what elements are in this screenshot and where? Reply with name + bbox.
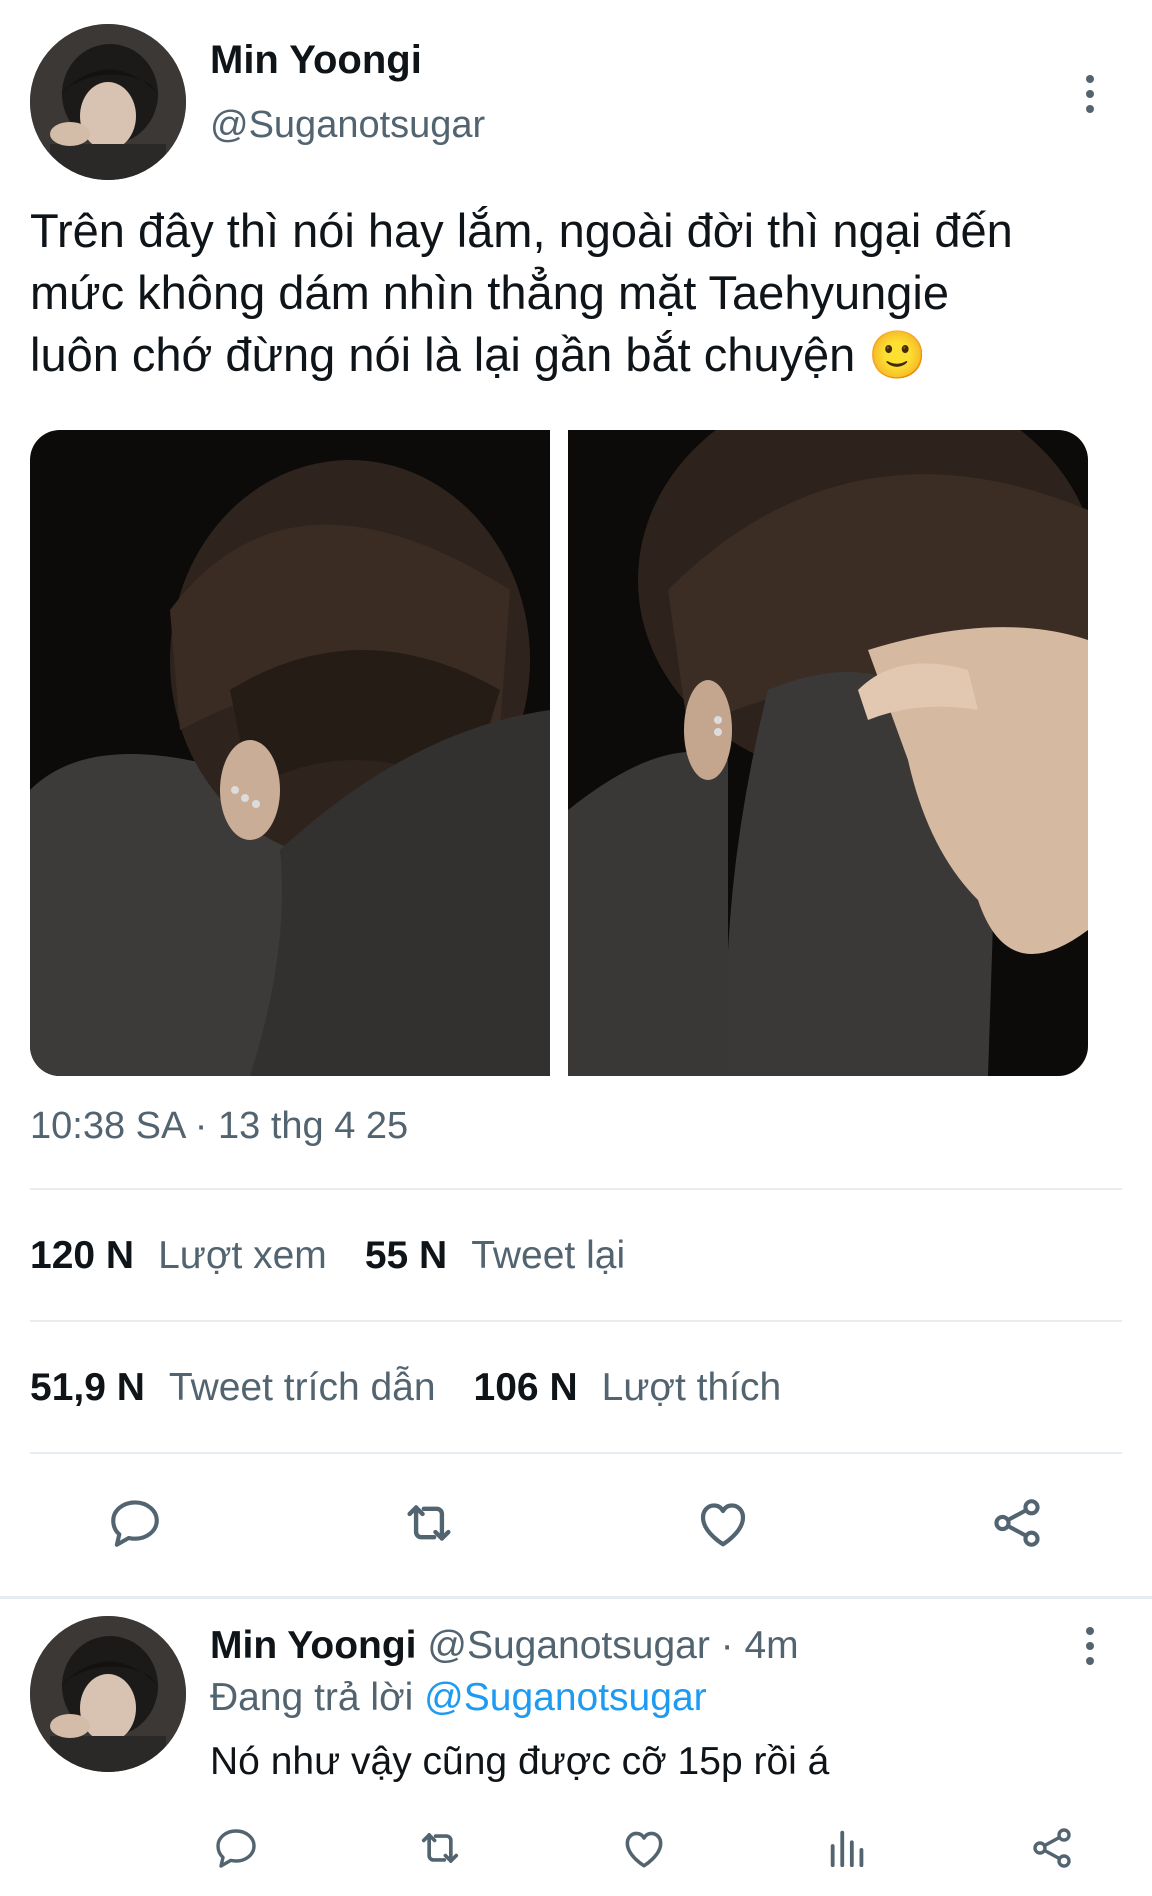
more-options-icon[interactable] — [1070, 64, 1110, 124]
avatar[interactable] — [30, 24, 186, 180]
reply-icon[interactable] — [208, 1820, 264, 1876]
likes-label[interactable]: Lượt thích — [602, 1366, 782, 1410]
divider — [0, 1596, 1152, 1599]
divider — [30, 1188, 1122, 1190]
reply-author-handle[interactable]: @Suganotsugar — [427, 1624, 709, 1667]
tweet-image-1[interactable] — [30, 430, 550, 1076]
stats-row-1: 120 N Lượt xem 55 N Tweet lại — [30, 1234, 663, 1278]
reply-author-name[interactable]: Min Yoongi — [210, 1624, 417, 1667]
stats-row-2: 51,9 N Tweet trích dẫn 106 N Lượt thích — [30, 1366, 819, 1410]
author-handle[interactable]: @Suganotsugar — [210, 104, 485, 147]
like-icon[interactable] — [688, 1488, 758, 1558]
reply-header: Min Yoongi @Suganotsugar · 4m — [210, 1624, 799, 1668]
tweet-timestamp[interactable]: 10:38 SA · 13 thg 4 25 — [30, 1105, 408, 1148]
views-count: 120 N — [30, 1234, 135, 1277]
replying-to: Đang trả lời @Suganotsugar — [210, 1676, 707, 1720]
replying-prefix: Đang trả lời — [210, 1676, 414, 1719]
retweet-icon[interactable] — [394, 1488, 464, 1558]
divider — [30, 1452, 1122, 1454]
retweets-label[interactable]: Tweet lại — [471, 1234, 625, 1278]
reply-action-bar — [0, 1820, 1152, 1880]
author-name[interactable]: Min Yoongi — [210, 38, 422, 83]
more-options-icon[interactable] — [1070, 1616, 1110, 1676]
likes-count[interactable]: 106 N — [474, 1366, 578, 1410]
retweet-icon[interactable] — [412, 1820, 468, 1876]
views-label: Lượt xem — [158, 1234, 327, 1277]
tweet-detail-page: Min Yoongi @Suganotsugar Trên đây thì nó… — [0, 0, 1152, 1896]
divider — [30, 1320, 1122, 1322]
reply-text: Nó như vậy cũng được cỡ 15p rồi á — [210, 1740, 830, 1783]
quotes-count[interactable]: 51,9 N — [30, 1366, 145, 1410]
share-icon[interactable] — [982, 1488, 1052, 1558]
quotes-label[interactable]: Tweet trích dẫn — [169, 1366, 436, 1410]
replying-to-mention[interactable]: @Suganotsugar — [424, 1676, 706, 1719]
like-icon[interactable] — [616, 1820, 672, 1876]
reply-time: · 4m — [720, 1624, 799, 1667]
tweet-header: Min Yoongi @Suganotsugar — [30, 24, 1130, 184]
reply-icon[interactable] — [100, 1488, 170, 1558]
tweet-image-2[interactable] — [568, 430, 1088, 1076]
tweet-action-bar — [0, 1488, 1152, 1558]
retweets-count[interactable]: 55 N — [365, 1234, 447, 1278]
tweet-text: Trên đây thì nói hay lắm, ngoài đời thì … — [30, 204, 1013, 381]
share-icon[interactable] — [1024, 1820, 1080, 1876]
analytics-icon[interactable] — [820, 1820, 876, 1876]
reply-avatar[interactable] — [30, 1616, 186, 1772]
